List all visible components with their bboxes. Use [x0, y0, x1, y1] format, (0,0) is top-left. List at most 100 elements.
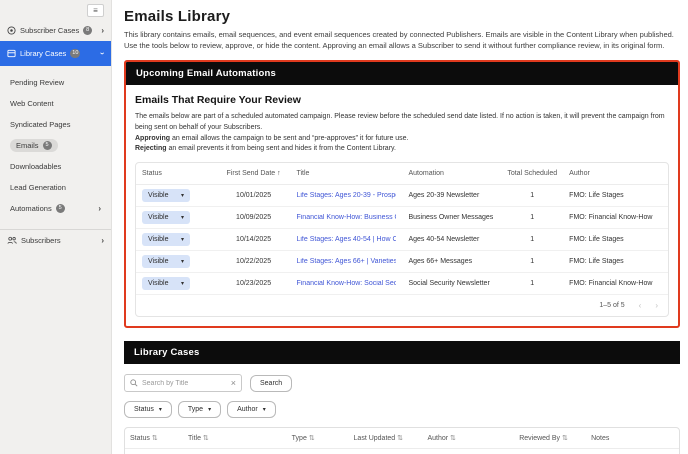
- table-row: Visible▾ 10/22/2025 Life Stages: Ages 66…: [136, 251, 668, 273]
- review-table: Status First Send Date ↑ Title Automatio…: [135, 162, 669, 317]
- library-cases-section: Library Cases × Search Status▾ Type▾ Aut…: [124, 341, 680, 454]
- total-scheduled: 1: [501, 273, 563, 295]
- column-header-title[interactable]: Title: [290, 163, 402, 185]
- column-header-title[interactable]: Title ⇅: [183, 428, 287, 449]
- library-table: Status ⇅ Title ⇅ Type ⇅ Last Updated ⇅ A…: [124, 427, 680, 454]
- status-dropdown[interactable]: Visible▾: [142, 277, 190, 290]
- email-title-link[interactable]: Life Stages: Ages 40-54 | How Cash F: [296, 236, 396, 243]
- column-header-author[interactable]: Author ⇅: [422, 428, 514, 449]
- total-scheduled: 1: [501, 185, 563, 207]
- author-name: FMO: Financial Know-How: [563, 273, 668, 295]
- total-scheduled: 1: [501, 207, 563, 229]
- total-scheduled: 1: [501, 251, 563, 273]
- people-icon: [7, 236, 17, 245]
- status-dropdown[interactable]: Visible▾: [142, 211, 190, 224]
- pagination-range: 1–5 of 5: [599, 302, 624, 309]
- sort-icon: ⇅: [152, 435, 158, 442]
- column-header-type[interactable]: Type ⇅: [287, 428, 349, 449]
- library-icon: [7, 49, 16, 58]
- sidebar-item-library-cases[interactable]: Library Cases 10 ›: [0, 41, 111, 66]
- search-input[interactable]: [142, 380, 227, 387]
- sidebar-item-downloadables[interactable]: Downloadables: [0, 156, 111, 177]
- automation-name: Business Owner Messages: [402, 207, 501, 229]
- search-button[interactable]: Search: [250, 375, 292, 392]
- sidebar-item-subscribers[interactable]: Subscribers ›: [0, 230, 111, 251]
- sidebar-item-label: Lead Generation: [10, 183, 66, 192]
- author-filter-button[interactable]: Author▾: [227, 401, 276, 418]
- column-header-last-updated[interactable]: Last Updated ⇅: [349, 428, 423, 449]
- email-title-link[interactable]: Financial Know-How: Social Security I: [296, 280, 396, 287]
- sidebar-item-subscriber-cases[interactable]: Subscriber Cases 8 ›: [0, 20, 111, 41]
- reviewed-by: [514, 449, 586, 454]
- chevron-right-icon: ›: [101, 236, 104, 245]
- column-header-author[interactable]: Author: [563, 163, 668, 185]
- column-header-reviewed-by[interactable]: Reviewed By ⇅: [514, 428, 586, 449]
- status-dropdown[interactable]: Visible▾: [142, 233, 190, 246]
- sort-icon: ⇅: [450, 435, 456, 442]
- page-title: Emails Library: [124, 8, 680, 25]
- sidebar-item-lead-generation[interactable]: Lead Generation: [0, 177, 111, 198]
- type-filter-button[interactable]: Type▾: [178, 401, 221, 418]
- sidebar-item-emails[interactable]: Emails 5: [0, 135, 111, 156]
- pagination-row: 1–5 of 5 ‹ ›: [136, 295, 668, 316]
- clear-search-icon[interactable]: ×: [231, 378, 236, 388]
- first-send-date: 10/23/2025: [217, 273, 291, 295]
- sidebar-item-label: Automations: [10, 204, 52, 213]
- sidebar-item-label: Syndicated Pages: [10, 120, 70, 129]
- status-filter-button[interactable]: Status▾: [124, 401, 172, 418]
- table-row: Visible▾ 10/23/2025 Financial Know-How: …: [136, 273, 668, 295]
- case-type: Email: [287, 449, 349, 454]
- sidebar-item-label: Web Content: [10, 99, 54, 108]
- target-icon: [7, 26, 16, 35]
- pagination-next-icon[interactable]: ›: [655, 301, 658, 310]
- status-dropdown[interactable]: Visible▾: [142, 255, 190, 268]
- column-header-total-scheduled[interactable]: Total Scheduled: [501, 163, 563, 185]
- sidebar-item-pending-review[interactable]: Pending Review: [0, 72, 111, 93]
- sidebar-item-label: Subscribers: [21, 236, 61, 245]
- caret-down-icon: ▾: [263, 406, 266, 413]
- sort-icon: ⇅: [309, 435, 315, 442]
- column-header-automation[interactable]: Automation: [402, 163, 501, 185]
- subscriber-cases-badge: 8: [83, 26, 92, 35]
- automation-name: Ages 40-54 Newsletter: [402, 229, 501, 251]
- email-title-link[interactable]: Life Stages: Ages 20-39 - Prosperity P: [296, 192, 396, 199]
- sidebar-item-automations[interactable]: Automations 5 ›: [0, 198, 111, 219]
- sidebar-item-label: Pending Review: [10, 78, 64, 87]
- sort-icon: ⇅: [203, 435, 209, 442]
- pagination-prev-icon[interactable]: ‹: [639, 301, 642, 310]
- author-name: FMO: Life Stages: [563, 229, 668, 251]
- first-send-date: 10/14/2025: [217, 229, 291, 251]
- status-dropdown[interactable]: Visible▾: [142, 189, 190, 202]
- email-title-link[interactable]: Life Stages: Ages 66+ | Varieties of Ext: [296, 258, 396, 265]
- caret-down-icon: ▾: [181, 236, 184, 243]
- column-header-status[interactable]: Status: [136, 163, 217, 185]
- chevron-down-icon: ›: [101, 49, 104, 58]
- sidebar-collapse-icon[interactable]: ≡: [87, 4, 104, 17]
- email-title-link[interactable]: Financial Know-How: Business Owner: [296, 214, 396, 221]
- review-heading: Emails That Require Your Review: [135, 94, 669, 106]
- upcoming-automations-section: Upcoming Email Automations Emails That R…: [124, 60, 680, 329]
- column-header-notes: Notes: [586, 428, 626, 449]
- column-header-first-send-date[interactable]: First Send Date ↑: [217, 163, 291, 185]
- automation-name: Ages 20-39 Newsletter: [402, 185, 501, 207]
- section-header-library-cases: Library Cases: [124, 341, 680, 364]
- column-header-status[interactable]: Status ⇅: [125, 428, 183, 449]
- section-header-upcoming: Upcoming Email Automations: [126, 62, 678, 85]
- sidebar-item-label: Downloadables: [10, 162, 61, 171]
- chevron-right-icon: ›: [101, 26, 104, 35]
- author-name: FMO: Financial Know-How: [563, 207, 668, 229]
- sidebar-item-label: Library Cases: [20, 49, 66, 58]
- sidebar-item-syndicated-pages[interactable]: Syndicated Pages: [0, 114, 111, 135]
- case-author: FMO: [422, 449, 514, 454]
- caret-down-icon: ▾: [181, 280, 184, 287]
- total-scheduled: 1: [501, 229, 563, 251]
- caret-down-icon: ▾: [181, 192, 184, 199]
- automation-name: Ages 66+ Messages: [402, 251, 501, 273]
- automations-badge: 5: [56, 204, 65, 213]
- table-row: Visible▾ DIFM Content Drop: Fall - Break…: [125, 449, 679, 454]
- caret-down-icon: ▾: [159, 406, 162, 413]
- review-intro: The emails below are part of a scheduled…: [135, 111, 669, 134]
- sidebar-item-web-content[interactable]: Web Content: [0, 93, 111, 114]
- first-send-date: 10/01/2025: [217, 185, 291, 207]
- search-icon: [130, 379, 138, 387]
